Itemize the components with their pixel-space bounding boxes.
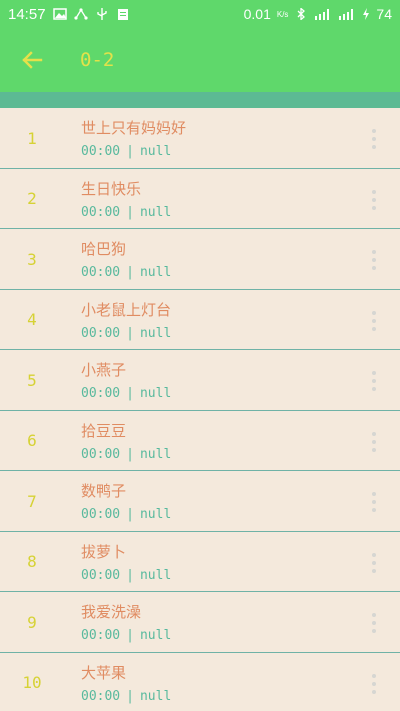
track-duration: 00:00 — [81, 386, 121, 401]
more-options-icon[interactable] — [370, 431, 378, 452]
track-index: 2 — [27, 189, 37, 208]
track-title: 生日快乐 — [81, 179, 142, 198]
charging-icon — [363, 8, 370, 20]
track-index: 7 — [27, 491, 37, 511]
back-button[interactable] — [0, 28, 64, 92]
track-title: 世上只有妈妈好 — [81, 119, 187, 137]
track-artist: null — [139, 688, 172, 704]
meta-separator: | — [126, 507, 134, 522]
more-options-icon[interactable] — [370, 492, 378, 512]
battery-level: 74 — [376, 6, 392, 22]
track-index: 8 — [27, 552, 37, 571]
track-title: 拾豆豆 — [81, 421, 127, 440]
usb-icon — [96, 8, 107, 20]
list-item[interactable]: 3 哈巴狗 00:00 | null — [0, 229, 400, 290]
more-options-icon[interactable] — [370, 310, 378, 331]
image-icon — [52, 8, 67, 20]
status-time: 14:57 — [8, 5, 46, 23]
track-meta: 00:00 | null — [81, 326, 171, 341]
list-item[interactable]: 7 数鸭子 00:00 | null — [0, 471, 400, 532]
list-item[interactable]: 2 生日快乐 00:00 | null — [0, 169, 400, 229]
track-title: 小老鼠上灯台 — [81, 300, 172, 319]
list-item[interactable]: 8 拔萝卜 00:00 | null — [0, 532, 400, 592]
clipboard-icon — [117, 9, 128, 20]
track-artist: null — [139, 446, 172, 462]
track-index: 9 — [27, 612, 37, 632]
meta-separator: | — [126, 446, 134, 462]
meta-separator: | — [126, 386, 134, 401]
more-options-icon[interactable] — [370, 129, 378, 149]
track-meta: 00:00 | null — [81, 568, 171, 583]
header-divider-band — [0, 92, 400, 108]
track-artist: null — [139, 386, 172, 401]
track-artist: null — [139, 325, 172, 341]
bluetooth-icon — [297, 8, 306, 20]
more-options-icon[interactable] — [370, 673, 378, 694]
track-artist: null — [139, 567, 172, 583]
meta-separator: | — [126, 628, 134, 643]
track-meta: 00:00 | null — [81, 265, 171, 280]
track-title: 拔萝卜 — [81, 542, 127, 561]
track-artist: null — [139, 144, 172, 159]
track-artist: null — [139, 204, 172, 220]
song-list[interactable]: 1 世上只有妈妈好 00:00 | null 2 生日快乐 00:00 | null 3 哈巴狗 00:… — [0, 108, 400, 711]
track-meta: 00:00 | null — [81, 628, 171, 643]
track-title: 我爱洗澡 — [81, 603, 142, 621]
list-item[interactable]: 5 小燕子 00:00 | null — [0, 350, 400, 411]
track-duration: 00:00 — [81, 265, 121, 280]
track-index: 3 — [27, 249, 37, 269]
meta-separator: | — [126, 144, 134, 159]
track-artist: null — [139, 628, 172, 643]
track-duration: 00:00 — [81, 688, 121, 704]
more-options-icon[interactable] — [370, 189, 378, 210]
track-artist: null — [139, 265, 172, 280]
more-options-icon[interactable] — [370, 613, 378, 633]
share-icon — [73, 8, 88, 20]
track-index: 1 — [27, 128, 37, 148]
list-item[interactable]: 10 大苹果 00:00 | null — [0, 653, 400, 711]
track-duration: 00:00 — [81, 204, 121, 220]
track-duration: 00:00 — [81, 446, 121, 462]
page-title: 0-2 — [80, 49, 115, 71]
list-item[interactable]: 9 我爱洗澡 00:00 | null — [0, 592, 400, 653]
network-speed: 0.01 — [243, 6, 271, 22]
track-meta: 00:00 | null — [81, 144, 171, 159]
signal-icon — [339, 9, 354, 20]
track-duration: 00:00 — [81, 325, 121, 341]
track-index: 5 — [27, 370, 37, 390]
track-meta: 00:00 | null — [81, 689, 171, 704]
track-index: 4 — [27, 310, 37, 329]
track-title: 小燕子 — [81, 361, 127, 379]
app-bar: 0-2 — [0, 28, 400, 92]
meta-separator: | — [126, 325, 134, 341]
track-title: 大苹果 — [81, 663, 127, 682]
status-bar: 14:57 0.01 K/s 74 — [0, 0, 400, 28]
track-duration: 00:00 — [81, 567, 121, 583]
more-options-icon[interactable] — [370, 250, 378, 270]
track-meta: 00:00 | null — [81, 205, 171, 220]
track-duration: 00:00 — [81, 144, 121, 159]
more-options-icon[interactable] — [370, 371, 378, 391]
network-speed-unit: K/s — [276, 9, 289, 19]
meta-separator: | — [126, 204, 134, 220]
track-duration: 00:00 — [81, 507, 121, 522]
track-artist: null — [139, 507, 172, 522]
meta-separator: | — [126, 265, 134, 280]
list-item[interactable]: 6 拾豆豆 00:00 | null — [0, 411, 400, 471]
list-item[interactable]: 1 世上只有妈妈好 00:00 | null — [0, 108, 400, 169]
signal-hd-icon — [315, 9, 330, 20]
track-meta: 00:00 | null — [81, 507, 171, 522]
track-title: 哈巴狗 — [81, 240, 127, 258]
track-index: 6 — [27, 431, 37, 450]
track-duration: 00:00 — [81, 628, 121, 643]
meta-separator: | — [126, 567, 134, 583]
arrow-left-icon — [22, 51, 43, 69]
track-title: 数鸭子 — [81, 482, 127, 500]
track-meta: 00:00 | null — [81, 386, 171, 401]
meta-separator: | — [126, 688, 134, 704]
list-item[interactable]: 4 小老鼠上灯台 00:00 | null — [0, 290, 400, 350]
track-index: 10 — [22, 673, 42, 692]
more-options-icon[interactable] — [370, 552, 378, 573]
track-meta: 00:00 | null — [81, 447, 171, 462]
